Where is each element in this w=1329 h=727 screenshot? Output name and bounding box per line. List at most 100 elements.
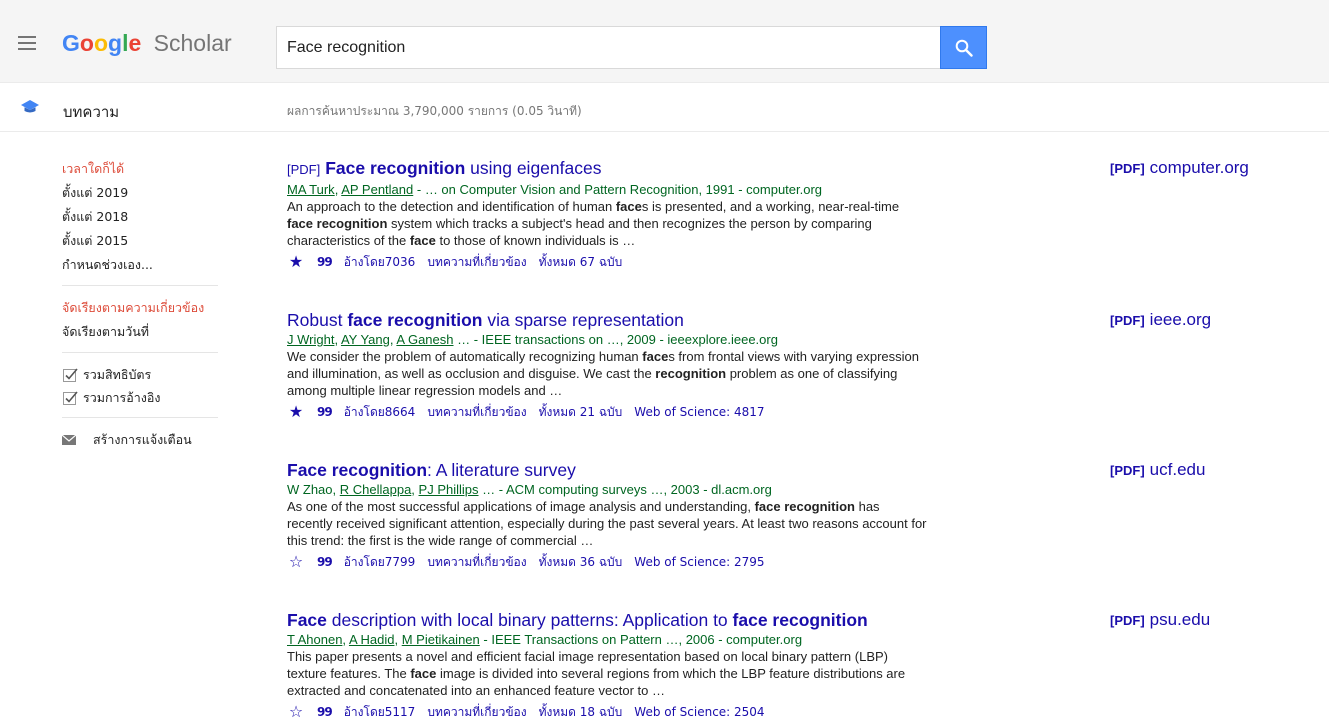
time-filter-since-2019[interactable]: ตั้งแต่ 2019 [62, 181, 218, 205]
all-versions-link[interactable]: ทั้งหมด 36 ฉบับ [539, 551, 623, 573]
publication-info: … - ACM computing surveys …, 2003 - dl.a… [482, 482, 772, 497]
graduation-cap-icon [21, 100, 39, 113]
search-icon [955, 39, 973, 57]
related-articles-link[interactable]: บทความที่เกี่ยวข้อง [427, 701, 526, 723]
result-item: Face recognition: A literature survey W Z… [287, 459, 1317, 573]
pdf-domain: psu.edu [1149, 610, 1211, 629]
sort-by-relevance[interactable]: จัดเรียงตามความเกี่ยวข้อง [62, 296, 218, 320]
cited-by-link[interactable]: อ้างโดย7799 [344, 551, 416, 573]
include-citations-label: รวมการอ้างอิง [83, 390, 161, 405]
pdf-tag: [PDF] [1110, 613, 1145, 628]
search-input[interactable] [277, 27, 941, 68]
all-versions-link[interactable]: ทั้งหมด 67 ฉบับ [539, 251, 623, 273]
result-title-text: description with local binary patterns: … [326, 610, 733, 630]
result-actions: ☆ 99 อ้างโดย5117 บทความที่เกี่ยวข้อง ทั้งหมด… [287, 701, 1317, 723]
time-filter-custom-range[interactable]: กำหนดช่วงเอง... [62, 253, 218, 277]
pdf-domain: ieee.org [1149, 310, 1212, 329]
result-actions: ★ 99 อ้างโดย7036 บทความที่เกี่ยวข้อง ทั้งหมด… [287, 251, 1317, 273]
related-articles-link[interactable]: บทความที่เกี่ยวข้อง [427, 551, 526, 573]
author-link[interactable]: PJ Phillips [419, 482, 479, 497]
section-articles-label[interactable]: บทความ [63, 100, 119, 124]
pdf-download-link[interactable]: [PDF] ieee.org [1110, 309, 1211, 332]
star-outline-icon[interactable]: ☆ [287, 701, 305, 723]
results-subheader: บทความ ผลการค้นหาประมาณ 3,790,000 รายการ… [0, 84, 1329, 132]
snippet-highlight: face [615, 199, 642, 214]
author-link[interactable]: M Pietikainen [402, 632, 480, 647]
author-link[interactable]: MA Turk [287, 182, 335, 197]
author-link[interactable]: AY Yang [341, 332, 390, 347]
pdf-tag: [PDF] [287, 162, 321, 177]
google-scholar-logo[interactable]: Google Scholar [62, 29, 232, 57]
search-button[interactable] [940, 26, 987, 69]
pdf-download-link[interactable]: [PDF] psu.edu [1110, 609, 1210, 632]
cite-quote-icon[interactable]: 99 [317, 701, 333, 723]
result-title-text: face recognition [732, 610, 868, 630]
time-filter-since-2015[interactable]: ตั้งแต่ 2015 [62, 229, 218, 253]
publication-info: - IEEE Transactions on Pattern …, 2006 -… [483, 632, 803, 647]
create-alert-label: สร้างการแจ้งเตือน [93, 432, 192, 447]
hamburger-menu-icon[interactable] [18, 36, 36, 50]
result-title-text: Face recognition [287, 460, 428, 480]
author-link[interactable]: J Wright [287, 332, 334, 347]
result-title-text: using eigenfaces [465, 158, 602, 178]
sidebar-divider [62, 285, 218, 286]
time-filter-any[interactable]: เวลาใดก็ได้ [62, 157, 218, 181]
sidebar-divider [62, 352, 218, 353]
envelope-icon [62, 435, 76, 445]
result-authors-source: MA Turk, AP Pentland - … on Computer Vis… [287, 182, 823, 197]
sort-by-date[interactable]: จัดเรียงตามวันที่ [62, 320, 218, 344]
pdf-tag: [PDF] [1110, 463, 1145, 478]
snippet-highlight: face recognition [287, 216, 388, 231]
author-link[interactable]: A Hadid [349, 632, 395, 647]
cite-quote-icon[interactable]: 99 [317, 251, 333, 273]
star-filled-icon[interactable]: ★ [287, 401, 305, 423]
all-versions-link[interactable]: ทั้งหมด 21 ฉบับ [539, 401, 623, 423]
cite-quote-icon[interactable]: 99 [317, 551, 333, 573]
author-plain: W Zhao, [287, 482, 340, 497]
snippet-highlight: face [409, 233, 436, 248]
result-authors-source: T Ahonen, A Hadid, M Pietikainen - IEEE … [287, 632, 803, 647]
sidebar-divider [62, 417, 218, 418]
result-item: Face description with local binary patte… [287, 609, 1317, 723]
publication-info: … - IEEE transactions on …, 2009 - ieeex… [457, 332, 778, 347]
related-articles-link[interactable]: บทความที่เกี่ยวข้อง [427, 401, 526, 423]
publication-info: - … on Computer Vision and Pattern Recog… [416, 182, 823, 197]
results-stats: ผลการค้นหาประมาณ 3,790,000 รายการ (0.05 … [287, 104, 582, 118]
author-link[interactable]: R Chellappa [340, 482, 412, 497]
result-item: Robust face recognition via sparse repre… [287, 309, 1317, 423]
result-title-text: Face [287, 610, 327, 630]
pdf-domain: computer.org [1149, 158, 1249, 177]
time-filter-since-2018[interactable]: ตั้งแต่ 2018 [62, 205, 218, 229]
web-of-science-link[interactable]: Web of Science: 2504 [634, 701, 764, 723]
cited-by-link[interactable]: อ้างโดย5117 [344, 701, 416, 723]
pdf-download-link[interactable]: [PDF] ucf.edu [1110, 459, 1205, 482]
author-link[interactable]: T Ahonen [287, 632, 342, 647]
author-link[interactable]: A Ganesh [396, 332, 453, 347]
pdf-download-link[interactable]: [PDF] computer.org [1110, 157, 1249, 180]
web-of-science-link[interactable]: Web of Science: 4817 [634, 401, 764, 423]
star-outline-icon[interactable]: ☆ [287, 551, 305, 573]
result-item: [PDF] Face recognition using eigenfaces MA… [287, 157, 1317, 273]
cited-by-link[interactable]: อ้างโดย7036 [344, 251, 416, 273]
include-patents-checkbox[interactable]: รวมสิทธิบัตร [62, 363, 218, 386]
include-citations-checkbox[interactable]: รวมการอ้างอิง [62, 386, 218, 409]
related-articles-link[interactable]: บทความที่เกี่ยวข้อง [427, 251, 526, 273]
create-alert-button[interactable]: สร้างการแจ้งเตือน [62, 428, 218, 452]
all-versions-link[interactable]: ทั้งหมด 18 ฉบับ [539, 701, 623, 723]
checkbox-checked-icon [63, 390, 78, 405]
author-link[interactable]: AP Pentland [341, 182, 413, 197]
snippet-highlight: face recognition [754, 499, 855, 514]
top-bar: Google Scholar [0, 0, 1329, 83]
result-title-text: face recognition [347, 310, 483, 330]
cited-by-link[interactable]: อ้างโดย8664 [344, 401, 416, 423]
star-filled-icon[interactable]: ★ [287, 251, 305, 273]
result-authors-source: W Zhao, R Chellappa, PJ Phillips … - ACM… [287, 482, 772, 497]
snippet-highlight: face [410, 666, 437, 681]
cite-quote-icon[interactable]: 99 [317, 401, 333, 423]
result-title-text: Robust [287, 310, 348, 330]
result-actions: ☆ 99 อ้างโดย7799 บทความที่เกี่ยวข้อง ทั้งหมด… [287, 551, 1317, 573]
result-actions: ★ 99 อ้างโดย8664 บทความที่เกี่ยวข้อง ทั้งหมด… [287, 401, 1317, 423]
snippet-highlight: face [642, 349, 669, 364]
web-of-science-link[interactable]: Web of Science: 2795 [634, 551, 764, 573]
result-snippet: We consider the problem of automatically… [287, 349, 920, 398]
